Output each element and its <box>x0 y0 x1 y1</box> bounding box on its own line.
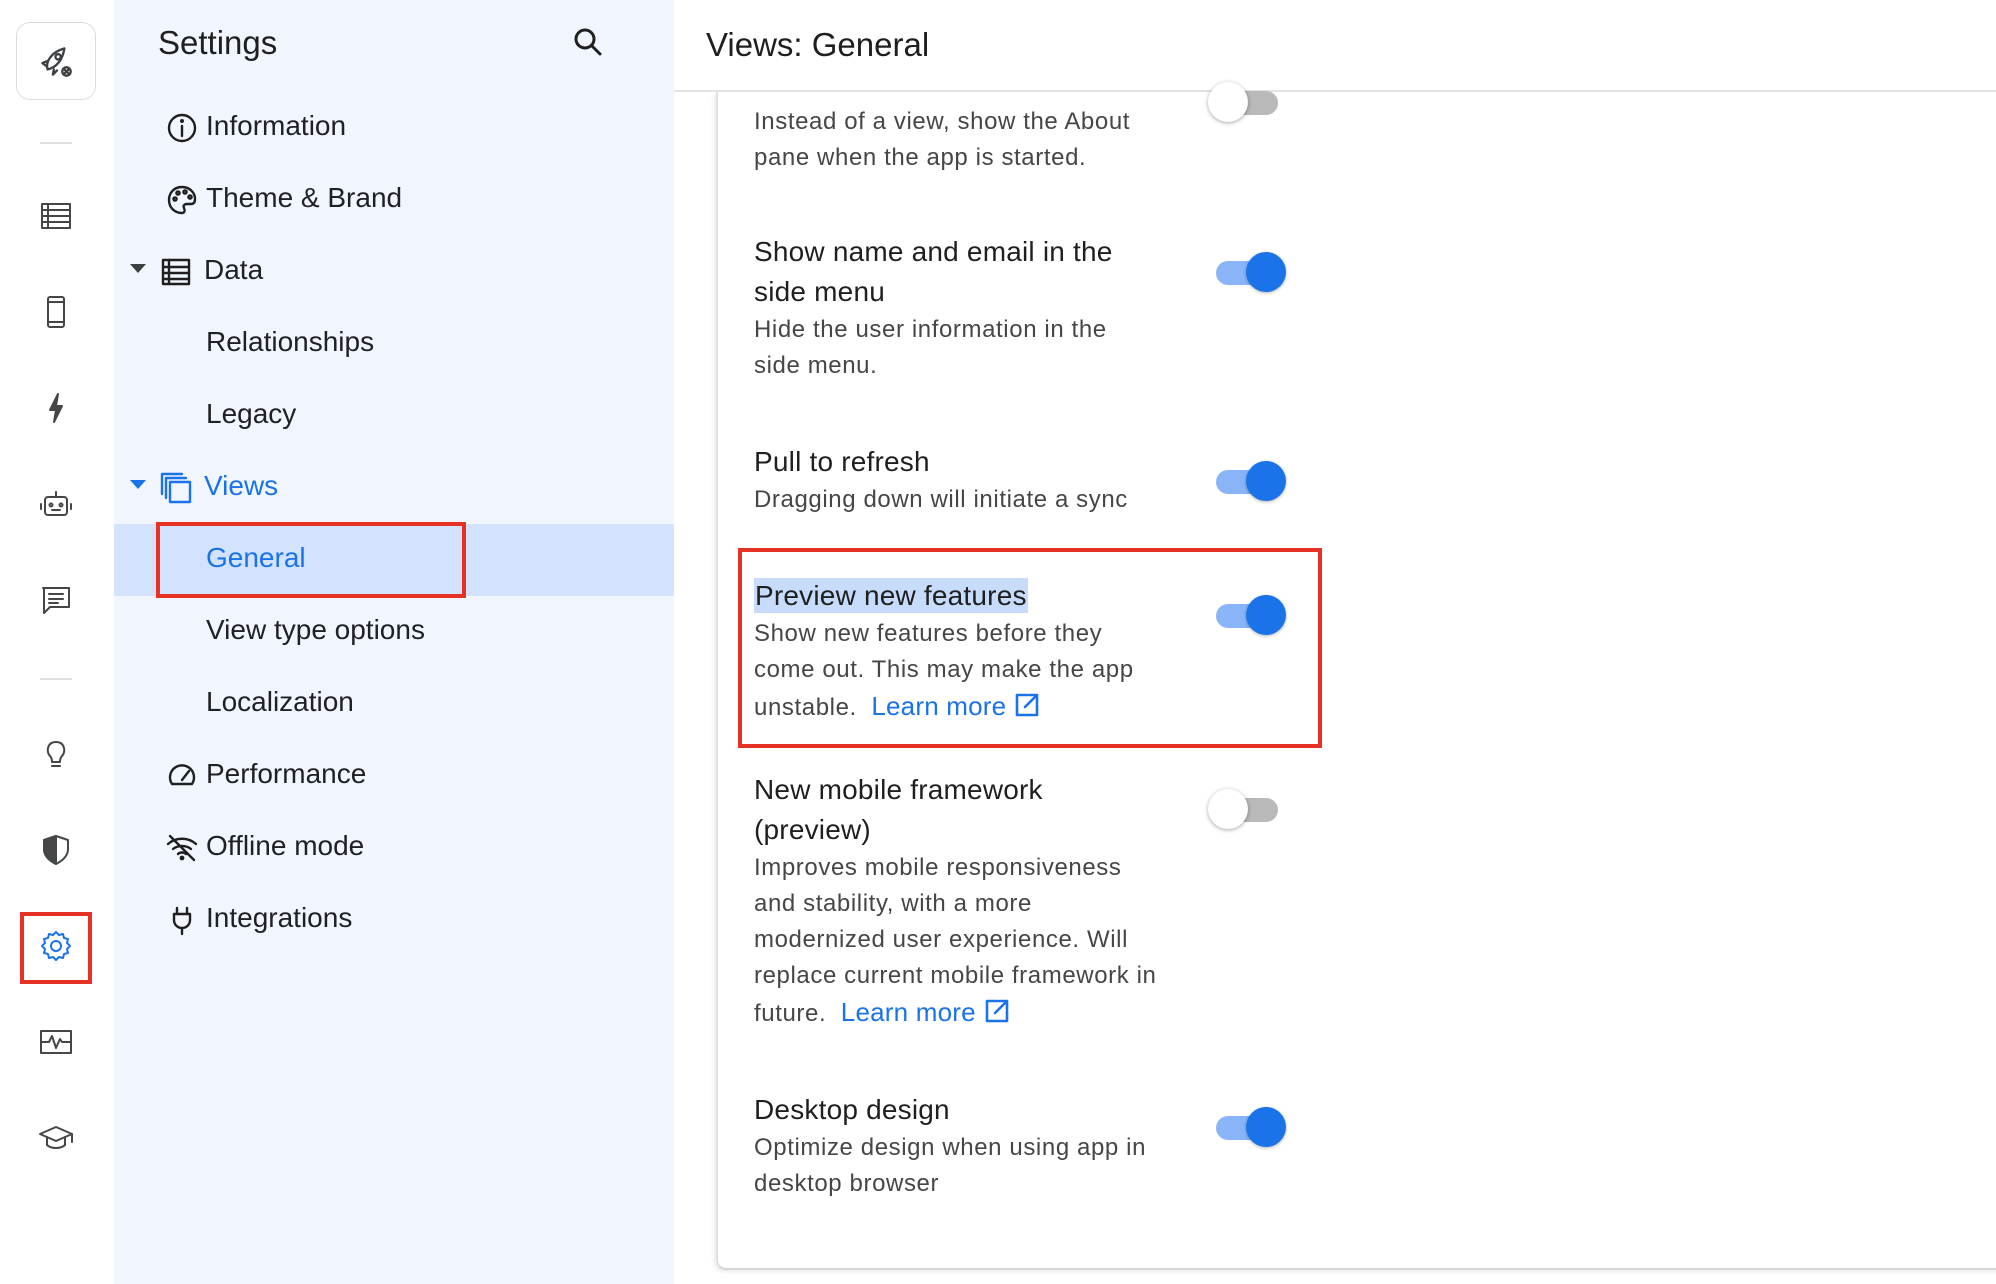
learn-more-link[interactable]: Learn more <box>841 997 976 1027</box>
icon-rail <box>0 0 112 1284</box>
sidebar-item-localization[interactable]: Localization <box>114 668 674 740</box>
sidebar-item-theme-brand[interactable]: Theme & Brand <box>114 164 674 236</box>
sidebar-title: Settings <box>158 24 278 61</box>
sidebar-item-legacy[interactable]: Legacy <box>114 380 674 452</box>
wifi-off-icon <box>164 830 200 866</box>
plug-icon <box>164 902 200 938</box>
rail-tables-icon[interactable] <box>20 180 92 252</box>
setting-description: Hide the user information in the side me… <box>754 316 1107 379</box>
sidebar-item-performance[interactable]: Performance <box>114 740 674 812</box>
sidebar-item-label: Information <box>206 110 347 141</box>
setting-description: Dragging down will initiate a sync <box>754 486 1128 513</box>
rail-chat-icon[interactable] <box>20 564 92 636</box>
preview-highlight-box <box>738 548 1322 748</box>
about-pane-toggle[interactable] <box>1208 80 1288 124</box>
info-icon <box>164 110 200 146</box>
expand-arrow-icon[interactable] <box>130 264 146 273</box>
setting-title: New mobile framework (preview) <box>754 774 1043 845</box>
sidebar-item-views[interactable]: Views <box>114 452 674 524</box>
setting-show-name-email: Show name and email in the side menu Hid… <box>754 232 1154 384</box>
new-mobile-framework-toggle[interactable] <box>1208 787 1288 831</box>
views-icon <box>158 470 194 506</box>
palette-icon <box>164 182 200 218</box>
main-header: Views: General <box>674 0 1996 92</box>
general-highlight-box <box>156 522 466 598</box>
setting-title: Pull to refresh <box>754 446 930 477</box>
rail-bolt-icon[interactable] <box>20 372 92 444</box>
sidebar-item-label: Data <box>204 254 264 285</box>
sidebar-item-relationships[interactable]: Relationships <box>114 308 674 380</box>
setting-about-pane: Instead of a view, show the About pane w… <box>754 104 1154 176</box>
sidebar-item-view-type-options[interactable]: View type options <box>114 596 674 668</box>
setting-new-mobile-framework: New mobile framework (preview) Improves … <box>754 770 1164 1032</box>
sidebar-item-label: View type options <box>206 614 425 645</box>
desktop-design-toggle[interactable] <box>1212 1105 1292 1149</box>
sidebar-item-label: Views <box>204 470 279 501</box>
sidebar-item-label: Performance <box>206 758 367 789</box>
page-title: Views: General <box>706 26 930 63</box>
sidebar-item-label: Offline mode <box>206 830 365 861</box>
rail-divider <box>40 142 72 144</box>
rail-settings-icon[interactable] <box>20 910 92 982</box>
setting-desktop-design: Desktop design Optimize design when usin… <box>754 1090 1174 1202</box>
sidebar-item-information[interactable]: Information <box>114 92 674 164</box>
preview-new-features-toggle[interactable] <box>1212 593 1292 637</box>
setting-description: Optimize design when using app in deskto… <box>754 1134 1147 1197</box>
setting-title: Desktop design <box>754 1094 950 1125</box>
setting-pull-to-refresh: Pull to refresh Dragging down will initi… <box>754 442 1174 518</box>
pull-to-refresh-toggle[interactable] <box>1212 459 1292 503</box>
rail-bulb-icon[interactable] <box>20 718 92 790</box>
table-icon <box>158 254 194 290</box>
sidebar-item-data[interactable]: Data <box>114 236 674 308</box>
sidebar-item-label: Relationships <box>206 326 375 357</box>
gauge-icon <box>164 758 200 794</box>
search-icon[interactable] <box>570 24 606 60</box>
sidebar-item-label: Integrations <box>206 902 353 933</box>
rail-bot-icon[interactable] <box>20 468 92 540</box>
open-in-new-icon[interactable] <box>984 998 1010 1024</box>
rail-mobile-icon[interactable] <box>20 276 92 348</box>
sidebar-item-label: Theme & Brand <box>206 182 403 213</box>
rail-learn-icon[interactable] <box>20 1102 92 1174</box>
setting-description: Instead of a view, show the About pane w… <box>754 108 1131 171</box>
setting-description: Improves mobile responsiveness and stabi… <box>754 854 1157 1027</box>
rail-shield-icon[interactable] <box>20 814 92 886</box>
sidebar-item-offline-mode[interactable]: Offline mode <box>114 812 674 884</box>
setting-title: Show name and email in the side menu <box>754 236 1113 307</box>
expand-arrow-icon[interactable] <box>130 480 146 489</box>
sidebar-item-label: Localization <box>206 686 354 717</box>
rocket-icon[interactable] <box>16 22 96 100</box>
rail-divider <box>40 678 72 680</box>
sidebar-item-integrations[interactable]: Integrations <box>114 884 674 956</box>
show-name-email-toggle[interactable] <box>1212 250 1292 294</box>
sidebar-item-label: Legacy <box>206 398 297 429</box>
rail-monitor-icon[interactable] <box>20 1006 92 1078</box>
